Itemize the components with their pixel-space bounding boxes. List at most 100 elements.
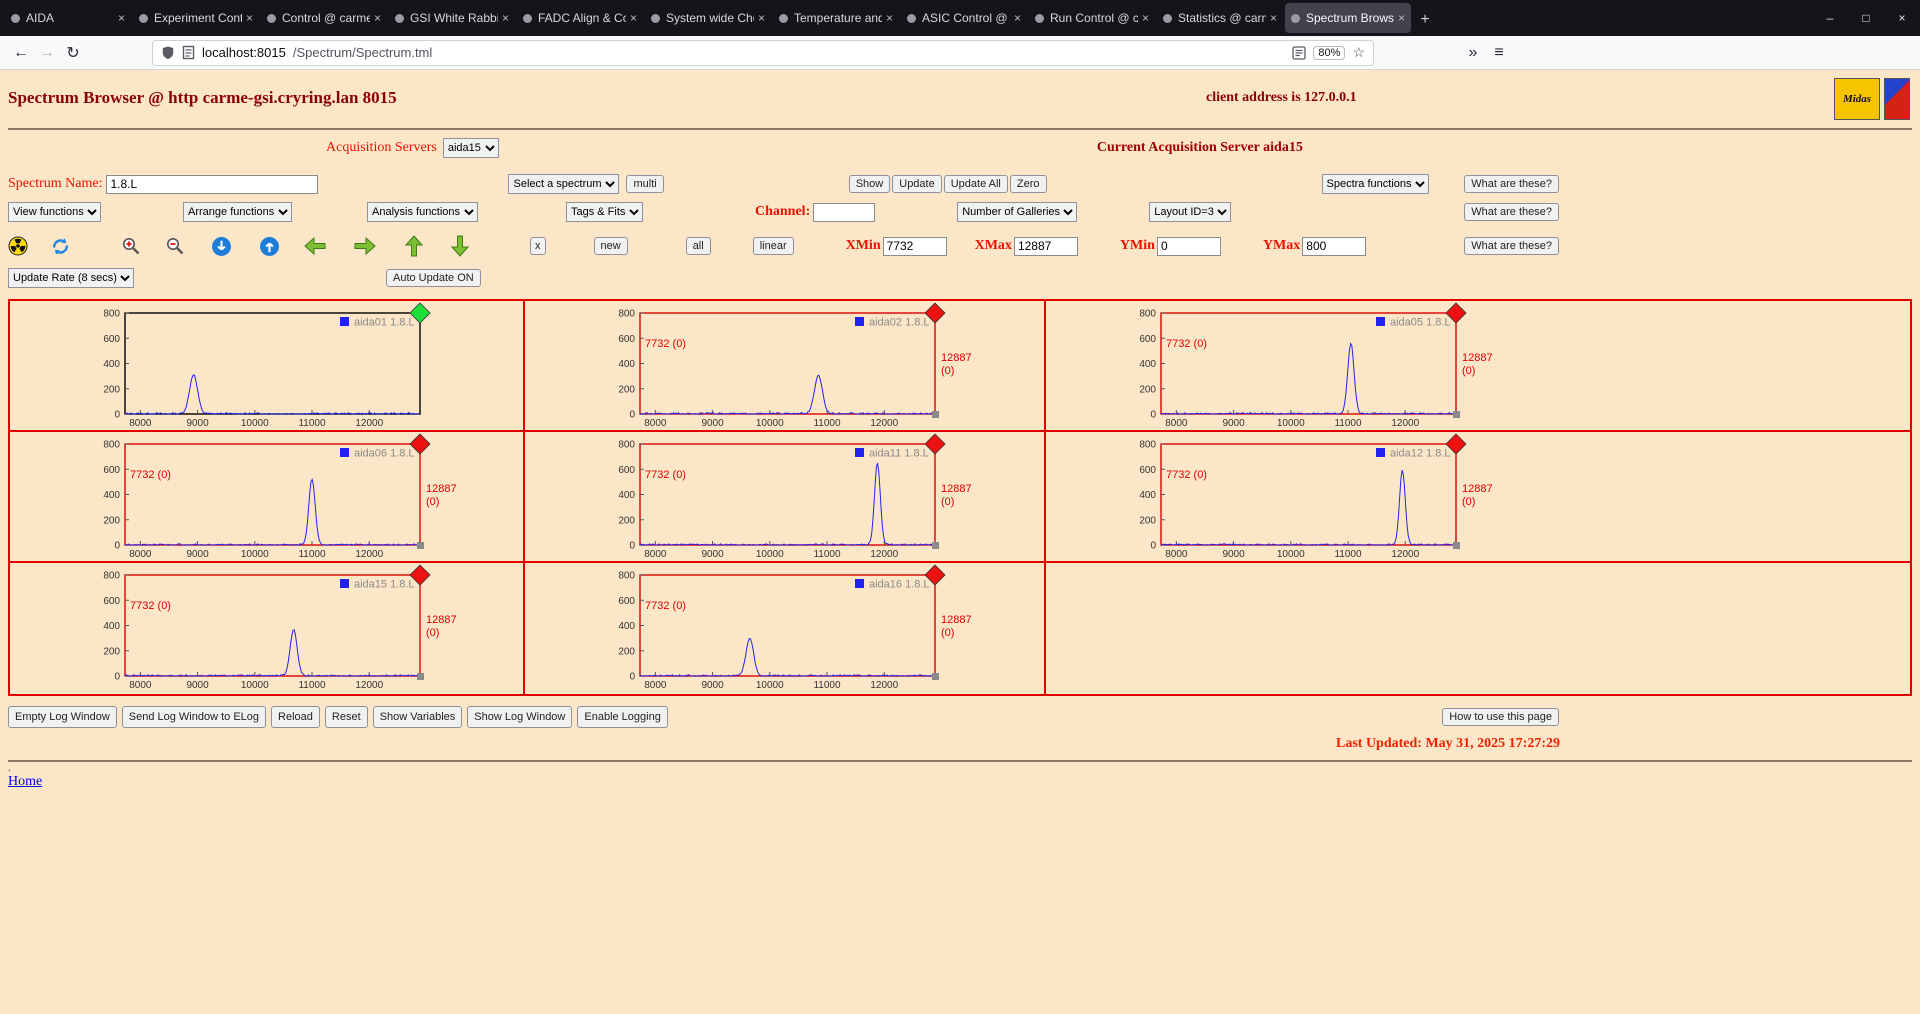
- tab-spectrum-browser[interactable]: Spectrum Browser ×: [1285, 3, 1411, 33]
- tab-system-wide-check[interactable]: System wide Check ×: [645, 3, 771, 33]
- close-window-button[interactable]: ×: [1884, 1, 1920, 35]
- reload-button[interactable]: ↻: [60, 43, 86, 63]
- tab-gsi-white-rabbit-t[interactable]: GSI White Rabbit T ×: [389, 3, 515, 33]
- spectrum-chart[interactable]: 0 200 400 600 800 8000 9000 10000 11000 12000 aida…: [10, 432, 522, 562]
- maximize-button[interactable]: □: [1848, 1, 1884, 35]
- spectrum-chart[interactable]: 0 200 400 600 800 8000 9000 10000 11000 12000 aida…: [1046, 301, 1558, 431]
- channel-input[interactable]: [813, 202, 876, 222]
- all-button[interactable]: all: [685, 237, 711, 255]
- xmax-input[interactable]: [1013, 236, 1078, 256]
- home-link[interactable]: Home: [8, 774, 42, 789]
- multi-button[interactable]: multi: [626, 175, 664, 193]
- what-are-these-button-2[interactable]: What are these?: [1464, 203, 1559, 221]
- refresh-icon[interactable]: [50, 236, 71, 257]
- resize-grip-icon[interactable]: [932, 542, 939, 549]
- tags-fits-dropdown[interactable]: Tags & Fits: [566, 202, 643, 222]
- resize-grip-icon[interactable]: [932, 673, 939, 680]
- what-are-these-button-1[interactable]: What are these?: [1464, 175, 1559, 193]
- show-variables-button[interactable]: Show Variables: [372, 706, 463, 728]
- tab-run-control-car[interactable]: Run Control @ car ×: [1029, 3, 1155, 33]
- reload-page-button[interactable]: Reload: [271, 706, 320, 728]
- resize-grip-icon[interactable]: [417, 542, 424, 549]
- update-rate-dropdown[interactable]: Update Rate (8 secs): [8, 268, 134, 288]
- tab-close-icon[interactable]: ×: [1270, 11, 1277, 25]
- tab-close-icon[interactable]: ×: [118, 11, 125, 25]
- select-spectrum-dropdown[interactable]: Select a spectrum: [508, 174, 620, 194]
- send-log-to-elog-button[interactable]: Send Log Window to ELog: [121, 706, 267, 728]
- empty-log-window-button[interactable]: Empty Log Window: [8, 706, 117, 728]
- spectrum-chart[interactable]: 0 200 400 600 800 8000 9000 10000 11000 12000 aida…: [10, 301, 522, 431]
- x-button[interactable]: x: [530, 237, 546, 255]
- site-info-icon[interactable]: [182, 45, 195, 60]
- zero-button[interactable]: Zero: [1009, 175, 1047, 193]
- update-button[interactable]: Update: [892, 175, 942, 193]
- spectrum-name-input[interactable]: [106, 174, 319, 194]
- analysis-functions-dropdown[interactable]: Analysis functions: [367, 202, 478, 222]
- xmin-input[interactable]: [882, 236, 947, 256]
- back-button[interactable]: ←: [8, 44, 34, 62]
- resize-grip-icon[interactable]: [1453, 411, 1460, 418]
- update-all-button[interactable]: Update All: [943, 175, 1008, 193]
- arrow-right-icon[interactable]: [352, 236, 378, 256]
- tab-close-icon[interactable]: ×: [886, 11, 893, 25]
- layout-id-dropdown[interactable]: Layout ID=3: [1149, 202, 1232, 222]
- number-of-galleries-dropdown[interactable]: Number of Galleries: [957, 202, 1078, 222]
- zoom-level-button[interactable]: 80%: [1313, 45, 1346, 60]
- view-functions-dropdown[interactable]: View functions: [8, 202, 101, 222]
- tab-experiment-contro[interactable]: Experiment Contro ×: [133, 3, 259, 33]
- resize-grip-icon[interactable]: [932, 411, 939, 418]
- new-tab-button[interactable]: +: [1412, 11, 1438, 29]
- tab-aida[interactable]: AIDA ×: [5, 3, 131, 33]
- arrow-down-icon[interactable]: [450, 234, 470, 258]
- zoom-out-icon[interactable]: [165, 236, 185, 256]
- tab-close-icon[interactable]: ×: [246, 11, 253, 25]
- ymin-input[interactable]: [1156, 236, 1221, 256]
- reset-button[interactable]: Reset: [324, 706, 368, 728]
- reader-view-icon[interactable]: [1292, 45, 1307, 60]
- arrow-left-icon[interactable]: [302, 236, 328, 256]
- tab-statistics-carme[interactable]: Statistics @ carme ×: [1157, 3, 1283, 33]
- arrange-functions-dropdown[interactable]: Arrange functions: [183, 202, 292, 222]
- tab-asic-control-ca[interactable]: ASIC Control @ ca ×: [901, 3, 1027, 33]
- enable-logging-button[interactable]: Enable Logging: [577, 706, 668, 728]
- tab-control-carme-g[interactable]: Control @ carme-g ×: [261, 3, 387, 33]
- spectrum-chart[interactable]: 0 200 400 600 800 8000 9000 10000 11000 12000 aida…: [1046, 432, 1558, 562]
- spectrum-chart[interactable]: 0 200 400 600 800 8000 9000 10000 11000 12000 aida…: [525, 301, 1037, 431]
- spectrum-chart[interactable]: 0 200 400 600 800 8000 9000 10000 11000 12000 aida…: [525, 563, 1037, 693]
- resize-grip-icon[interactable]: [417, 673, 424, 680]
- tab-close-icon[interactable]: ×: [758, 11, 765, 25]
- radiation-icon[interactable]: [8, 236, 28, 256]
- new-button[interactable]: new: [593, 237, 628, 255]
- arrow-up-icon[interactable]: [404, 234, 424, 258]
- minimize-button[interactable]: –: [1812, 1, 1848, 35]
- tab-close-icon[interactable]: ×: [502, 11, 509, 25]
- tab-close-icon[interactable]: ×: [1014, 11, 1021, 25]
- linear-button[interactable]: linear: [752, 237, 794, 255]
- tab-close-icon[interactable]: ×: [1142, 11, 1149, 25]
- how-to-use-button[interactable]: How to use this page: [1442, 708, 1559, 726]
- spectrum-chart[interactable]: 0 200 400 600 800 8000 9000 10000 11000 12000 aida…: [525, 432, 1037, 562]
- spectrum-chart[interactable]: 0 200 400 600 800 8000 9000 10000 11000 12000 aida…: [10, 563, 522, 693]
- show-log-window-button[interactable]: Show Log Window: [467, 706, 573, 728]
- tab-temperature-and-s[interactable]: Temperature and s ×: [773, 3, 899, 33]
- acquisition-server-select[interactable]: aida15: [442, 138, 499, 158]
- tab-fadc-align-cont[interactable]: FADC Align & Cont ×: [517, 3, 643, 33]
- circle-arrow-down-icon[interactable]: [211, 236, 232, 257]
- circle-arrow-up-icon[interactable]: [259, 236, 280, 257]
- url-bar[interactable]: localhost:8015/Spectrum/Spectrum.tml 80%…: [152, 39, 1374, 66]
- what-are-these-button-3[interactable]: What are these?: [1464, 237, 1559, 255]
- overflow-menu-button[interactable]: »: [1460, 44, 1486, 62]
- app-menu-button[interactable]: ≡: [1486, 44, 1512, 62]
- bookmark-star-icon[interactable]: ☆: [1352, 44, 1365, 61]
- ymax-input[interactable]: [1302, 236, 1367, 256]
- tab-close-icon[interactable]: ×: [374, 11, 381, 25]
- forward-button[interactable]: →: [34, 44, 60, 62]
- tab-close-icon[interactable]: ×: [630, 11, 637, 25]
- tab-close-icon[interactable]: ×: [1398, 11, 1405, 25]
- zoom-in-icon[interactable]: [121, 236, 141, 256]
- show-button[interactable]: Show: [848, 175, 891, 193]
- spectra-functions-dropdown[interactable]: Spectra functions: [1321, 174, 1429, 194]
- auto-update-button[interactable]: Auto Update ON: [386, 269, 481, 287]
- shield-icon[interactable]: [161, 45, 175, 60]
- resize-grip-icon[interactable]: [1453, 542, 1460, 549]
